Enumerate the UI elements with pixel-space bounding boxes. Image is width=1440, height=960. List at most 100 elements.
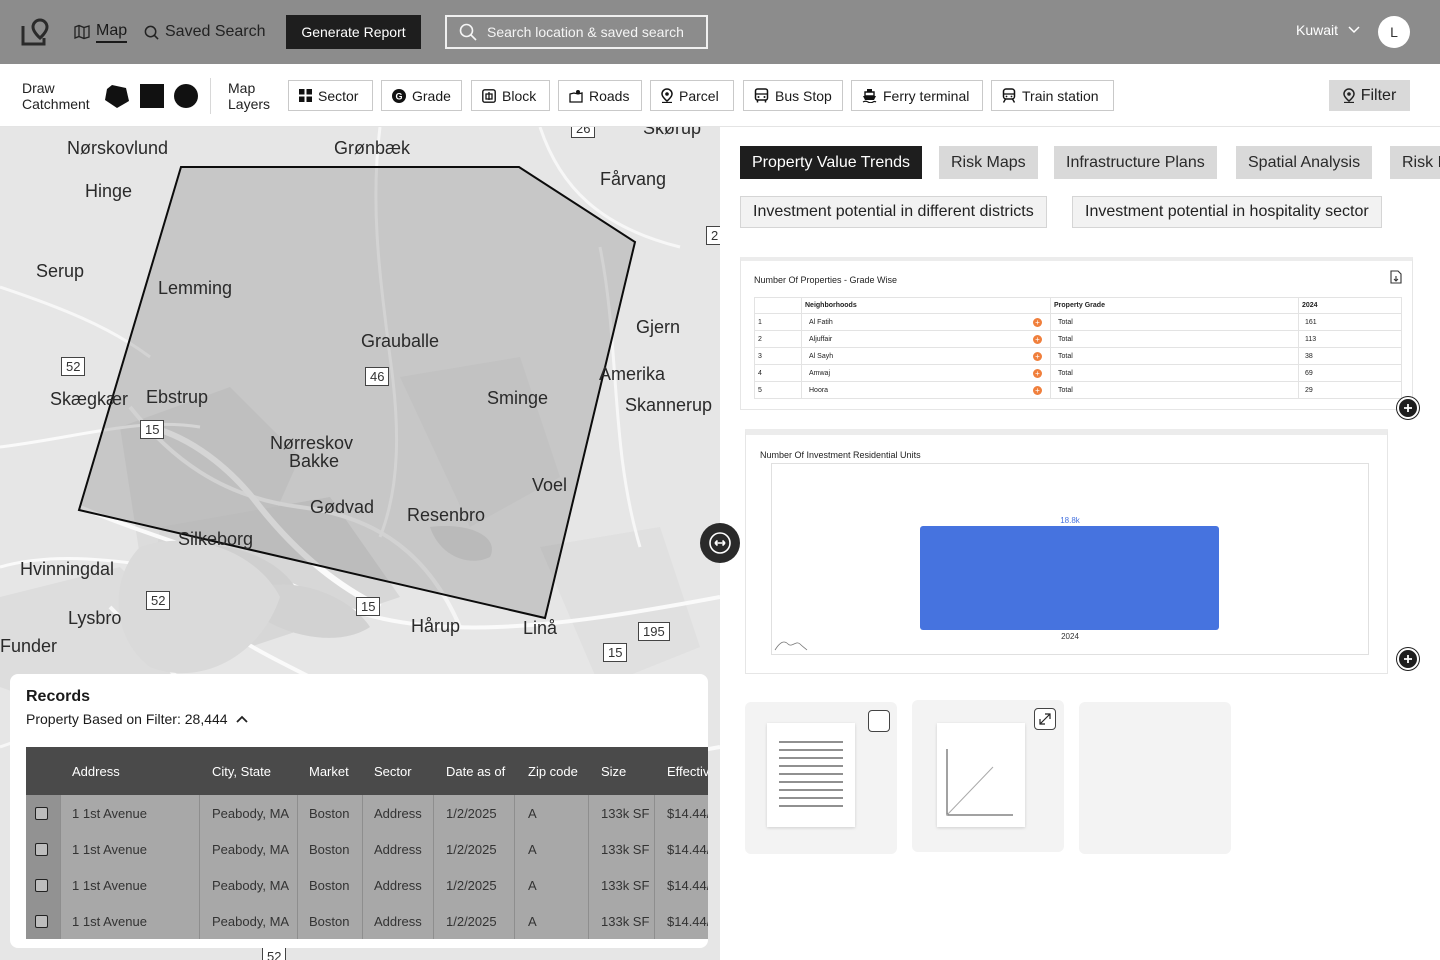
- card-title: Number Of Properties - Grade Wise: [754, 275, 898, 285]
- bar-data-label: 18.8k: [1060, 516, 1081, 525]
- expand-icon-button[interactable]: [1034, 708, 1056, 730]
- tab-infrastructure-plans[interactable]: Infrastructure Plans: [1054, 146, 1217, 179]
- column-header-address[interactable]: Address: [72, 747, 120, 795]
- table-row[interactable]: 1 1st Avenue Peabody, MA Boston Address 1/2/…: [26, 867, 708, 903]
- neighborhood-name: Al Fatih: [809, 318, 833, 326]
- column-header-effective[interactable]: Effective: [667, 747, 708, 795]
- roads-icon: [569, 89, 583, 103]
- table-cell: $14.44/: [667, 841, 708, 857]
- tab-property-value-trends[interactable]: Property Value Trends: [740, 146, 923, 179]
- table-cell: Boston: [309, 805, 350, 821]
- add-widget-button[interactable]: [1397, 397, 1419, 419]
- column-header-zip-code[interactable]: Zip code: [528, 747, 578, 795]
- plus-icon: +: [1033, 317, 1042, 327]
- map-label: Skørup: [643, 127, 702, 138]
- row-checkbox[interactable]: [35, 914, 48, 928]
- table-cell: 1/2/2025: [446, 805, 497, 821]
- table-cell: 1 1st Avenue: [72, 913, 147, 929]
- layer-sector-button[interactable]: Sector: [288, 80, 373, 111]
- expand-row-button[interactable]: +: [1033, 314, 1042, 330]
- grade-value: 69: [1305, 369, 1313, 377]
- country-label: Kuwait: [1296, 22, 1339, 38]
- draw-catchment-label: Draw Catchment: [22, 80, 90, 112]
- expand-row-button[interactable]: +: [1033, 348, 1042, 364]
- grade-icon: G: [392, 88, 406, 103]
- road-number: 195: [638, 622, 670, 641]
- column-header-neighborhoods: Neighborhoods: [805, 302, 857, 309]
- grid-icon: [299, 89, 312, 102]
- layer-grade-button[interactable]: G Grade: [381, 80, 462, 111]
- layer-train-station-button[interactable]: Train station: [991, 80, 1114, 111]
- filter-button[interactable]: Filter: [1329, 80, 1410, 111]
- map-label: Serup: [36, 261, 85, 281]
- table-header: Neighborhoods Property Grade 2024: [754, 297, 1402, 314]
- table-row[interactable]: 1 1st Avenue Peabody, MA Boston Address 1/2/…: [26, 903, 708, 939]
- table-cell: Address: [374, 841, 422, 857]
- expand-row-button[interactable]: +: [1033, 365, 1042, 381]
- polygon-draw-icon[interactable]: [105, 84, 129, 108]
- widget-template-chart[interactable]: [912, 700, 1064, 852]
- generate-report-button[interactable]: Generate Report: [286, 15, 421, 49]
- expand-row-button[interactable]: +: [1033, 382, 1042, 398]
- table-cell: 1 1st Avenue: [72, 841, 147, 857]
- subtab-investment-districts[interactable]: Investment potential in different distri…: [740, 196, 1047, 228]
- table-cell: Address: [374, 877, 422, 893]
- tab-spatial-analysis[interactable]: Spatial Analysis: [1236, 146, 1373, 179]
- neighborhood-name: Hoora: [809, 386, 829, 394]
- chevron-down-icon: [1348, 26, 1360, 34]
- tab-risk-maps[interactable]: Risk Maps: [939, 146, 1038, 179]
- app-logo-icon[interactable]: [20, 16, 52, 48]
- table-cell: A: [528, 841, 537, 857]
- add-widget-button[interactable]: [1397, 648, 1419, 670]
- rectangle-draw-icon[interactable]: [140, 84, 164, 108]
- layer-ferry-terminal-button[interactable]: Ferry terminal: [851, 80, 983, 111]
- column-header-sector[interactable]: Sector: [374, 747, 412, 795]
- export-file-icon[interactable]: [1390, 270, 1402, 284]
- bar-2024[interactable]: [920, 526, 1219, 630]
- resize-horizontal-icon: [709, 532, 731, 554]
- layer-roads-button[interactable]: Roads: [558, 80, 642, 111]
- layer-block-button[interactable]: Block: [471, 80, 550, 111]
- nav-map[interactable]: Map: [74, 20, 128, 44]
- location-search-input[interactable]: [487, 24, 697, 40]
- select-checkbox[interactable]: [868, 710, 890, 732]
- tab-risk-overflow[interactable]: Risk I: [1390, 146, 1440, 179]
- location-search-box[interactable]: [445, 15, 708, 49]
- row-checkbox[interactable]: [35, 806, 48, 820]
- column-header-size[interactable]: Size: [601, 747, 626, 795]
- widget-template-empty[interactable]: [1079, 702, 1231, 854]
- table-cell: 1 1st Avenue: [72, 877, 147, 893]
- grade-wise-table: Neighborhoods Property Grade 2024 1 Al Fa…: [754, 297, 1402, 399]
- nav-saved-search[interactable]: Saved Search: [144, 20, 266, 44]
- row-checkbox[interactable]: [35, 878, 48, 892]
- map-label: Silkeborg: [178, 529, 254, 549]
- row-number: 5: [758, 386, 762, 394]
- map-label: Ebstrup: [146, 387, 209, 407]
- expand-row-button[interactable]: +: [1033, 331, 1042, 347]
- plus-icon: [1404, 655, 1412, 663]
- records-summary-toggle[interactable]: Property Based on Filter: 28,444: [26, 711, 248, 727]
- country-selector[interactable]: Kuwait: [1296, 22, 1360, 38]
- row-checkbox[interactable]: [35, 842, 48, 856]
- layer-bus-stop-button[interactable]: Bus Stop: [743, 80, 843, 111]
- layer-parcel-button[interactable]: Parcel: [650, 80, 734, 111]
- panel-resize-handle[interactable]: [700, 523, 740, 563]
- train-icon: [1002, 88, 1016, 103]
- user-avatar[interactable]: L: [1378, 16, 1410, 48]
- circle-draw-icon[interactable]: [174, 84, 198, 108]
- column-header-date[interactable]: Date as of: [446, 747, 505, 795]
- table-row: 5 Hoora + Total 29: [754, 382, 1402, 399]
- subtab-investment-hospitality[interactable]: Investment potential in hospitality sect…: [1072, 196, 1382, 228]
- column-header-city-state[interactable]: City, State: [212, 747, 271, 795]
- table-row: 4 Amwaj + Total 69: [754, 365, 1402, 382]
- column-header-market[interactable]: Market: [309, 747, 349, 795]
- lines-icon: [779, 741, 843, 807]
- map-label: Lysbro: [68, 608, 122, 628]
- table-cell: 133k SF: [601, 877, 650, 893]
- table-cell: 1/2/2025: [446, 877, 497, 893]
- search-icon: [144, 25, 159, 40]
- table-row[interactable]: 1 1st Avenue Peabody, MA Boston Address 1/2/…: [26, 831, 708, 867]
- table-cell: A: [528, 877, 537, 893]
- table-row[interactable]: 1 1st Avenue Peabody, MA Boston Address 1/2/…: [26, 795, 708, 831]
- widget-template-table[interactable]: [745, 702, 897, 854]
